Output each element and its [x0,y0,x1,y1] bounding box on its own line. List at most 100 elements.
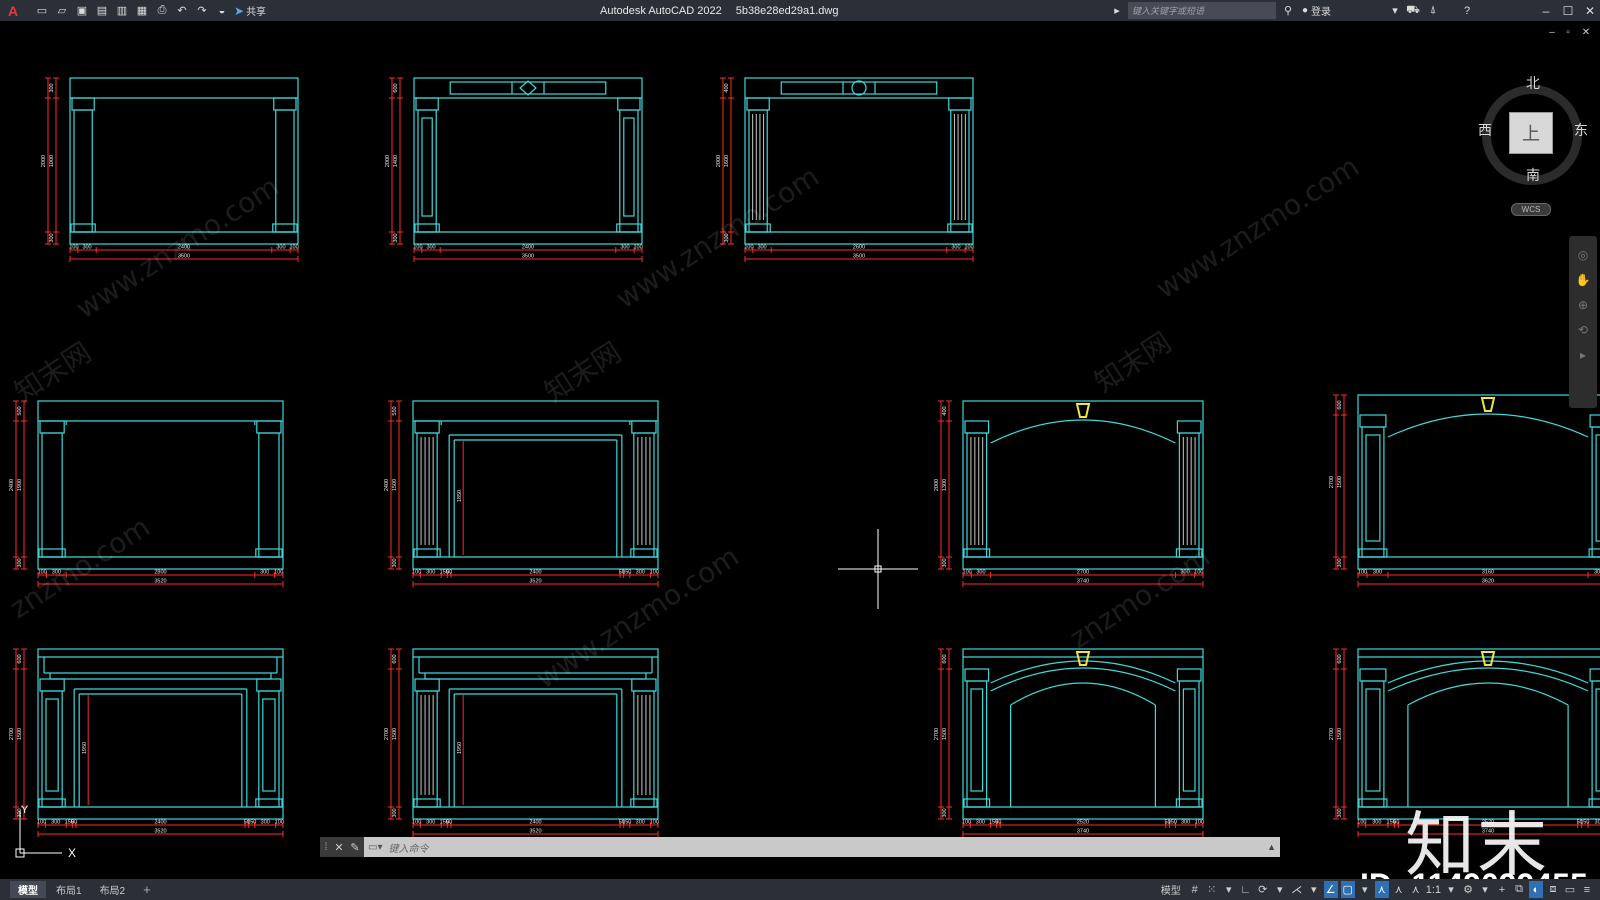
hardware-acceleration-icon[interactable]: ⧈ [1546,881,1560,898]
tab-model[interactable]: 模型 [10,881,46,898]
drawing-canvas[interactable]: 300 1000 300 2000 100 300 2400 300 100 3500 600 140… [0,21,1600,879]
showmotion-icon[interactable]: ▸ [1574,346,1592,364]
ortho-icon[interactable]: ∟ [1239,881,1253,898]
grid-icon[interactable]: # [1188,881,1202,898]
open-folder-icon[interactable]: ▱ [54,3,70,19]
object-snap-tracking-icon[interactable]: ∠ [1323,881,1338,898]
pan-icon[interactable]: ✋ [1574,271,1592,289]
command-prompt-icon[interactable]: ▭▾ [368,842,382,853]
height-dimension: 300 [17,558,23,567]
minimize-icon[interactable]: – [1536,0,1556,21]
isodraft-icon[interactable]: ⋌ [1290,881,1304,898]
outline-rect [414,223,440,233]
polar-icon[interactable]: ⟳ [1256,881,1270,898]
viewcube-face-label: 上 [1522,124,1540,145]
save-icon[interactable]: ▣ [74,3,90,19]
viewport-restore-icon[interactable]: ▫ [1561,25,1575,39]
orbit-icon[interactable]: ⟲ [1574,321,1592,339]
viewcube[interactable]: 北 南 东 西 上 WCS [1470,57,1590,216]
maximize-icon[interactable]: ☐ [1558,0,1578,21]
help-icon[interactable]: ? [1458,2,1476,19]
annotation-visibility-icon[interactable]: ⋏ [1374,881,1389,898]
clean-screen-icon[interactable]: ▭ [1563,881,1577,898]
steering-wheel-icon[interactable]: ◎ [1574,246,1592,264]
application-menu-button[interactable]: A [0,0,26,21]
workspace-dropdown-icon[interactable]: ▾ [1478,881,1492,898]
login-button[interactable]: ● 登录 [1302,0,1331,21]
command-line-close-icon[interactable]: ✕ [332,837,346,857]
viewport-minimize-icon[interactable]: – [1545,25,1559,39]
zoom-icon[interactable]: ⊕ [1574,296,1592,314]
plot-printer-icon[interactable]: ⎙ [154,3,170,19]
outline-rect [1361,426,1385,558]
snap-icon[interactable]: ⁙ [1205,881,1219,898]
outline-rect [71,97,95,111]
scale-dropdown-icon[interactable]: ▾ [1444,881,1458,898]
object-snap-icon[interactable]: ▢ [1340,881,1355,898]
share-button[interactable]: ➤ 共享 [234,3,266,19]
login-label: 登录 [1311,7,1332,18]
customization-menu-icon[interactable]: ≡ [1580,881,1594,898]
outline-rect [275,109,295,233]
workspace-icon[interactable]: ◒ [214,3,230,19]
command-history-up-icon[interactable]: ▲ [1267,842,1276,852]
autodesk-app-icon[interactable]: ⍋ [1424,2,1442,19]
undo-icon[interactable]: ↶ [174,3,190,19]
annotation-scale-value[interactable]: 1:1 [1426,881,1441,898]
command-input[interactable]: ▭▾ 键入命令 ▲ [364,837,1280,857]
viewcube-top-face[interactable]: 上 [1509,112,1553,154]
search-input[interactable]: 键入关键字或短语 [1128,2,1276,19]
tab-layout2[interactable]: 布局2 [92,881,134,898]
isodraft-dropdown-icon[interactable]: ▾ [1307,881,1321,898]
workspace-gear-icon[interactable]: ⚙ [1461,881,1475,898]
outline-rect [256,678,282,692]
redo-icon[interactable]: ↷ [194,3,210,19]
new-file-icon[interactable]: ▭ [34,3,50,19]
viewport-close-icon[interactable]: ✕ [1579,25,1593,39]
width-dimension: 300 [1181,820,1190,826]
outline-rect [631,678,657,692]
isolate-objects-icon[interactable]: ◐ [1529,881,1543,898]
search-expand-icon[interactable]: ▸ [1108,2,1126,19]
wcs-menu-button[interactable]: WCS [1511,203,1551,216]
annotation-scale-icon[interactable]: ⋏ [1409,881,1423,898]
search-icon[interactable]: ⚲ [1280,2,1296,18]
compass-north-label[interactable]: 北 [1526,73,1540,93]
file-name: 5b38e28ed29a1.dwg [735,4,839,17]
units-icon[interactable]: ⧉ [1512,881,1526,898]
total-height-dimension: 2700 [384,728,390,740]
brand-watermark: 知末 [1405,804,1549,879]
width-dimension: 300 [976,570,985,576]
title-bar: A ▭ ▱ ▣ ▤ ▥ ▦ ⎙ ↶ ↷ ◒ ➤ 共享 Autodesk Auto… [0,0,1600,21]
width-dimension: 2400 [522,245,534,251]
compass-south-label[interactable]: 南 [1526,165,1540,185]
width-dimension: 100 [289,245,298,251]
snap-dropdown-icon[interactable]: ▾ [1222,881,1236,898]
open-from-web-icon[interactable]: ▥ [114,3,130,19]
close-icon[interactable]: ✕ [1580,0,1600,21]
add-layout-icon[interactable]: + [135,881,159,898]
annotation-monitor-icon[interactable]: + [1495,881,1509,898]
width-dimension: 300 [276,245,285,251]
user-icon: ● [1302,5,1309,16]
autoscale-icon[interactable]: ⋏ [1392,881,1406,898]
width-dimension: 50 [446,570,452,576]
tab-layout1[interactable]: 布局1 [48,881,90,898]
osnap-dropdown-icon[interactable]: ▾ [1358,881,1372,898]
polar-dropdown-icon[interactable]: ▾ [1273,881,1287,898]
compass-east-label[interactable]: 东 [1574,120,1588,140]
elevation-drawing: 185055015003002400100 300 15050 2400 50150 30… [384,400,659,587]
height-dimension: 1900 [17,479,23,491]
outline-rect [1365,688,1381,792]
command-line-grip-icon[interactable]: ⁞ [320,837,332,857]
elevation-drawing: 600 1400 300 2000 100 300 2400 300 100 3500 [385,77,643,262]
height-dimension: 1500 [1337,476,1343,488]
height-dimension: 300 [942,808,948,817]
save-to-web-icon[interactable]: ▦ [134,3,150,19]
command-line-customize-icon[interactable]: ✎ [346,837,364,857]
compass-west-label[interactable]: 西 [1478,120,1492,140]
save-as-icon[interactable]: ▤ [94,3,110,19]
model-space-toggle[interactable]: 模型 [1157,881,1185,898]
dropdown-arrow-icon[interactable]: ▾ [1386,2,1404,19]
cart-icon[interactable]: ⛟ [1404,2,1422,19]
